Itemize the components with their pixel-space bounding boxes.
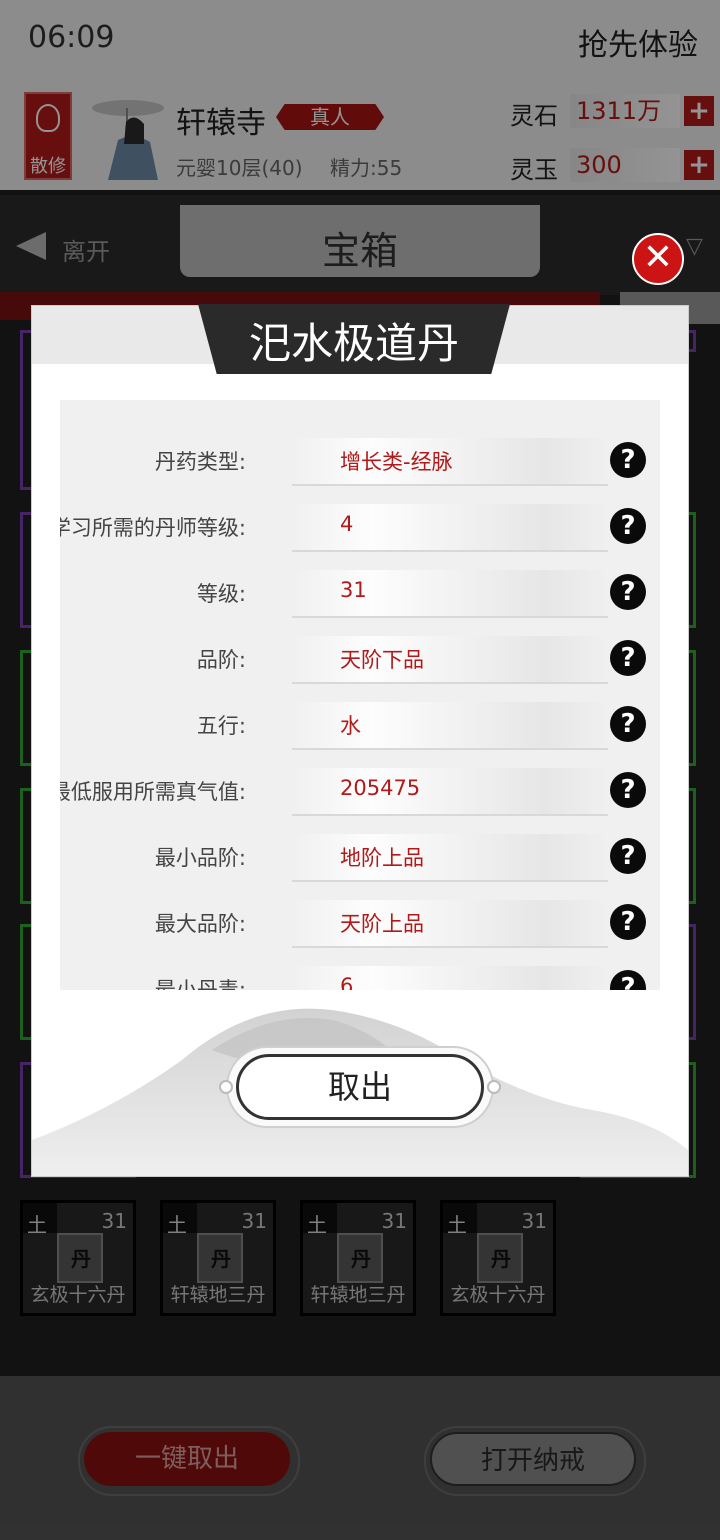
property-row: 最小品阶: 地阶上品 ? [60, 824, 660, 890]
property-value: 205475 [340, 776, 421, 800]
dialog-title: 汜水极道丹 [248, 319, 459, 368]
property-value: 增长类-经脉 [340, 450, 453, 474]
property-value: 地阶上品 [340, 846, 424, 870]
property-row: 学习所需的丹师等级: 4 ? [60, 494, 660, 560]
property-row: 最大品阶: 天阶上品 ? [60, 890, 660, 956]
help-icon[interactable]: ? [610, 772, 646, 808]
help-icon[interactable]: ? [610, 574, 646, 610]
property-row: 品阶: 天阶下品 ? [60, 626, 660, 692]
help-icon[interactable]: ? [610, 970, 646, 990]
property-label: 最低服用所需真气值: [60, 780, 246, 804]
property-value: 4 [340, 512, 354, 536]
property-value: 6 [340, 974, 354, 990]
frame-knob-left [219, 1080, 233, 1094]
help-icon[interactable]: ? [610, 442, 646, 478]
property-value: 31 [340, 578, 367, 602]
property-label: 丹药类型: [154, 450, 246, 474]
close-icon[interactable]: ✕ [632, 233, 684, 285]
property-value: 天阶下品 [340, 648, 424, 672]
property-label: 最小品阶: [154, 846, 246, 870]
property-label: 品阶: [196, 648, 246, 672]
property-row: 等级: 31 ? [60, 560, 660, 626]
help-icon[interactable]: ? [610, 904, 646, 940]
property-row: 最小丹毒: 6 ? [60, 956, 660, 990]
help-icon[interactable]: ? [610, 640, 646, 676]
property-label: 学习所需的丹师等级: [60, 516, 246, 540]
frame-knob-right [487, 1080, 501, 1094]
property-label: 等级: [196, 582, 246, 606]
property-row: 最低服用所需真气值: 205475 ? [60, 758, 660, 824]
property-label: 最小丹毒: [154, 978, 246, 990]
take-out-button[interactable]: 取出 [236, 1054, 484, 1120]
property-row: 五行: 水 ? [60, 692, 660, 758]
property-list[interactable]: 丹药类型: 增长类-经脉 ? 学习所需的丹师等级: 4 ? 等级: 31 ? 品… [60, 400, 660, 990]
property-row: 丹药类型: 增长类-经脉 ? [60, 428, 660, 494]
help-icon[interactable]: ? [610, 706, 646, 742]
property-label: 最大品阶: [154, 912, 246, 936]
property-label: 五行: [196, 714, 246, 738]
help-icon[interactable]: ? [610, 838, 646, 874]
property-value: 水 [340, 714, 361, 738]
property-value: 天阶上品 [340, 912, 424, 936]
help-icon[interactable]: ? [610, 508, 646, 544]
